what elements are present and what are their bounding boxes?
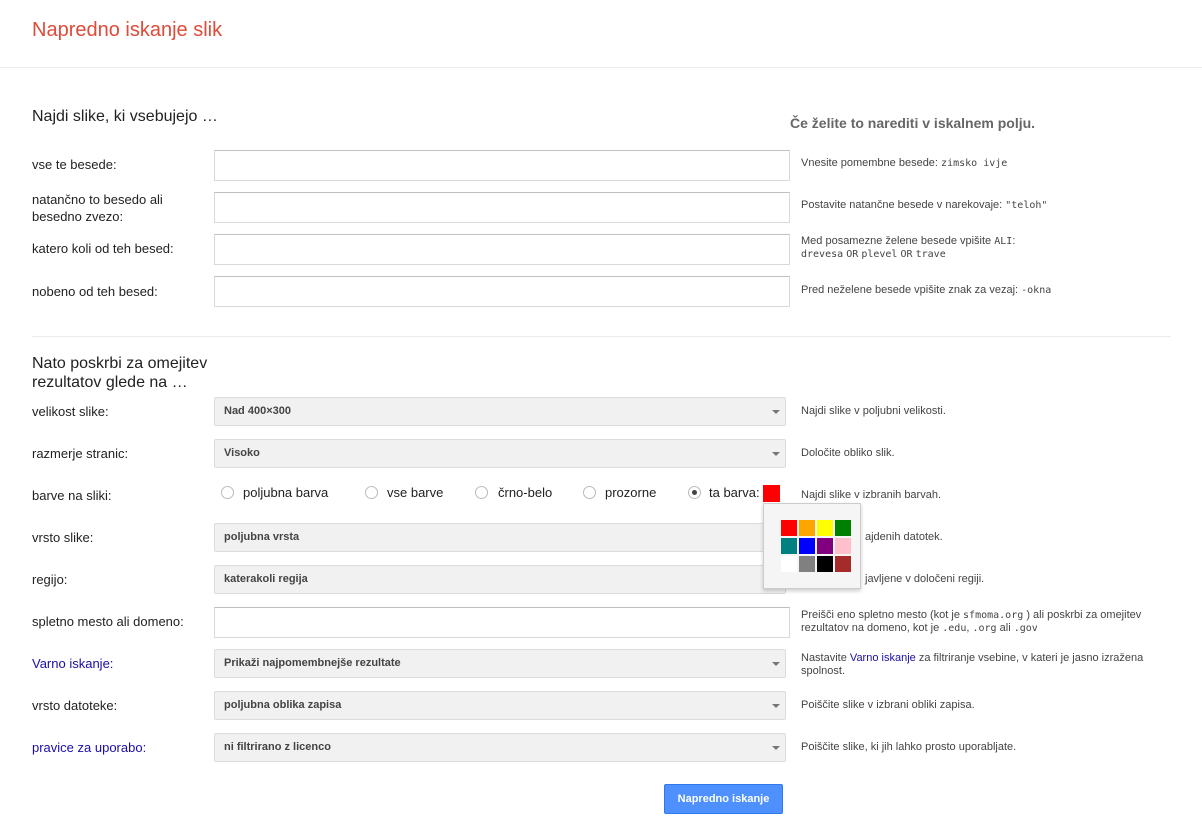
selected-color-swatch[interactable] bbox=[763, 485, 780, 502]
image-size-label: velikost slike: bbox=[32, 404, 109, 419]
color-swatch[interactable] bbox=[817, 520, 833, 536]
image-size-hint: Najdi slike v poljubni velikosti. bbox=[801, 405, 946, 417]
image-size-value: Nad 400×300 bbox=[224, 405, 291, 417]
usage-rights-hint: Poiščite slike, ki jih lahko prosto upor… bbox=[801, 741, 1017, 753]
all-words-hint: Vnesite pomembne besede: zimsko ivje bbox=[801, 157, 1008, 169]
none-words-label: nobeno od teh besed: bbox=[32, 284, 158, 299]
chevron-down-icon bbox=[772, 410, 780, 414]
color-swatch[interactable] bbox=[799, 520, 815, 536]
aspect-ratio-hint: Določite obliko slik. bbox=[801, 447, 895, 459]
color-swatch[interactable] bbox=[781, 538, 797, 554]
section-title-find: Najdi slike, ki vsebujejo … bbox=[32, 108, 218, 125]
radio-full-color-label[interactable]: vse barve bbox=[387, 485, 443, 500]
page-header: Napredno iskanje slik bbox=[0, 0, 1202, 68]
radio-full-color[interactable] bbox=[365, 486, 378, 499]
radio-this-color-label[interactable]: ta barva: bbox=[709, 485, 760, 500]
chevron-down-icon bbox=[772, 662, 780, 666]
image-type-value: poljubna vrsta bbox=[224, 531, 300, 543]
all-words-input[interactable] bbox=[214, 150, 790, 181]
page-title: Napredno iskanje slik bbox=[32, 19, 223, 41]
exact-phrase-input[interactable] bbox=[214, 192, 790, 223]
aspect-ratio-value: Visoko bbox=[224, 447, 260, 459]
image-type-select[interactable]: poljubna vrsta bbox=[214, 523, 786, 552]
aspect-ratio-select[interactable]: Visoko bbox=[214, 439, 786, 468]
chevron-down-icon bbox=[772, 746, 780, 750]
radio-any-color-label[interactable]: poljubna barva bbox=[243, 485, 328, 500]
color-swatch[interactable] bbox=[781, 520, 797, 536]
safe-search-select[interactable]: Prikaži najpomembnejše rezultate bbox=[214, 649, 786, 678]
color-swatch[interactable] bbox=[817, 556, 833, 572]
section-title-narrow: Nato poskrbi za omejitev rezultatov gled… bbox=[32, 355, 208, 391]
region-hint: javljene v določeni regiji. bbox=[865, 573, 985, 585]
advanced-search-button[interactable]: Napredno iskanje bbox=[664, 784, 783, 814]
image-type-hint: ajdenih datotek. bbox=[865, 531, 943, 543]
color-swatch[interactable] bbox=[799, 556, 815, 572]
file-type-value: poljubna oblika zapisa bbox=[224, 699, 342, 711]
safe-search-value: Prikaži najpomembnejše rezultate bbox=[224, 657, 401, 669]
any-words-label: katero koli od teh besed: bbox=[32, 241, 174, 256]
region-select[interactable]: katerakoli regija bbox=[214, 565, 786, 594]
radio-transparent[interactable] bbox=[583, 486, 596, 499]
file-type-label: vrsto datoteke: bbox=[32, 698, 118, 713]
any-words-hint: Med posamezne želene besede vpišite ALI:… bbox=[801, 235, 1016, 260]
file-type-select[interactable]: poljubna oblika zapisa bbox=[214, 691, 786, 720]
safe-search-hint: Nastavite Varno iskanje za filtriranje v… bbox=[801, 652, 1144, 677]
color-swatch[interactable] bbox=[817, 538, 833, 554]
radio-black-white-label[interactable]: črno-belo bbox=[498, 485, 552, 500]
site-hint: Preišči eno spletno mesto (kot je sfmoma… bbox=[801, 609, 1142, 634]
color-swatch[interactable] bbox=[781, 556, 797, 572]
aspect-ratio-label: razmerje stranic: bbox=[32, 446, 129, 461]
region-label: regijo: bbox=[32, 572, 68, 587]
site-label: spletno mesto ali domeno: bbox=[32, 614, 184, 629]
chevron-down-icon bbox=[772, 452, 780, 456]
color-swatch[interactable] bbox=[799, 538, 815, 554]
colors-label: barve na sliki: bbox=[32, 488, 112, 503]
usage-rights-select[interactable]: ni filtrirano z licenco bbox=[214, 733, 786, 762]
exact-phrase-hint: Postavite natančne besede v narekovaje: … bbox=[801, 199, 1048, 211]
chevron-down-icon bbox=[772, 704, 780, 708]
safe-search-hint-link[interactable]: Varno iskanje bbox=[850, 652, 916, 664]
safe-search-link[interactable]: Varno iskanje: bbox=[32, 655, 202, 672]
section-divider bbox=[32, 336, 1171, 337]
image-size-select[interactable]: Nad 400×300 bbox=[214, 397, 786, 426]
region-value: katerakoli regija bbox=[224, 573, 308, 585]
radio-this-color[interactable] bbox=[688, 486, 701, 499]
help-heading: Če želite to narediti v iskalnem polju. bbox=[790, 115, 1036, 131]
any-words-input[interactable] bbox=[214, 234, 790, 265]
radio-black-white[interactable] bbox=[475, 486, 488, 499]
radio-any-color[interactable] bbox=[221, 486, 234, 499]
color-palette-popup bbox=[763, 503, 861, 589]
colors-hint: Najdi slike v izbranih barvah. bbox=[801, 489, 942, 501]
radio-transparent-label[interactable]: prozorne bbox=[605, 485, 656, 500]
exact-phrase-label: natančno to besedo ali besedno zvezo: bbox=[32, 192, 163, 224]
color-swatch[interactable] bbox=[835, 520, 851, 536]
usage-rights-value: ni filtrirano z licenco bbox=[224, 741, 331, 753]
file-type-hint: Poiščite slike v izbrani obliki zapisa. bbox=[801, 699, 975, 711]
image-type-label: vrsto slike: bbox=[32, 530, 94, 545]
color-swatch[interactable] bbox=[835, 556, 851, 572]
usage-rights-link[interactable]: pravice za uporabo: bbox=[32, 739, 202, 756]
none-words-hint: Pred neželene besede vpišite znak za vez… bbox=[801, 284, 1052, 296]
all-words-label: vse te besede: bbox=[32, 157, 117, 172]
site-input[interactable] bbox=[214, 607, 790, 638]
none-words-input[interactable] bbox=[214, 276, 790, 307]
color-swatch[interactable] bbox=[835, 538, 851, 554]
